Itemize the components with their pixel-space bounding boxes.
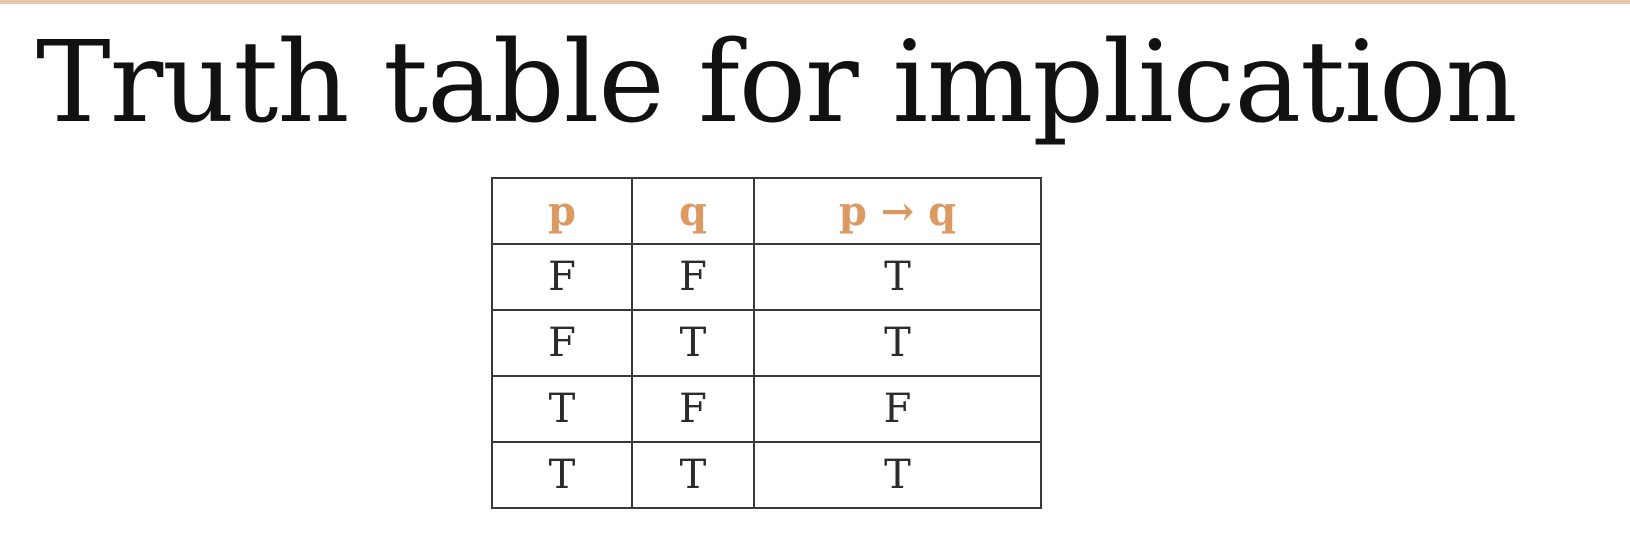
- table-row: F F T: [491, 243, 1042, 311]
- top-accent-rule: [0, 0, 1630, 4]
- slide-title: Truth table for implication: [36, 18, 1518, 148]
- cell-p: T: [491, 375, 633, 443]
- table-header-row: p q p → q: [491, 177, 1042, 245]
- column-header-implication: p → q: [753, 177, 1042, 245]
- truth-table: p q p → q F F T F T T T F F T T T: [491, 177, 1042, 509]
- cell-p: F: [491, 243, 633, 311]
- cell-implication: T: [753, 243, 1042, 311]
- cell-q: T: [631, 309, 755, 377]
- cell-q: F: [631, 243, 755, 311]
- cell-implication: T: [753, 309, 1042, 377]
- table-row: T T T: [491, 441, 1042, 509]
- cell-p: T: [491, 441, 633, 509]
- table-row: T F F: [491, 375, 1042, 443]
- cell-q: F: [631, 375, 755, 443]
- table-row: F T T: [491, 309, 1042, 377]
- column-header-q: q: [631, 177, 755, 245]
- cell-q: T: [631, 441, 755, 509]
- column-header-p: p: [491, 177, 633, 245]
- cell-p: F: [491, 309, 633, 377]
- cell-implication: F: [753, 375, 1042, 443]
- cell-implication: T: [753, 441, 1042, 509]
